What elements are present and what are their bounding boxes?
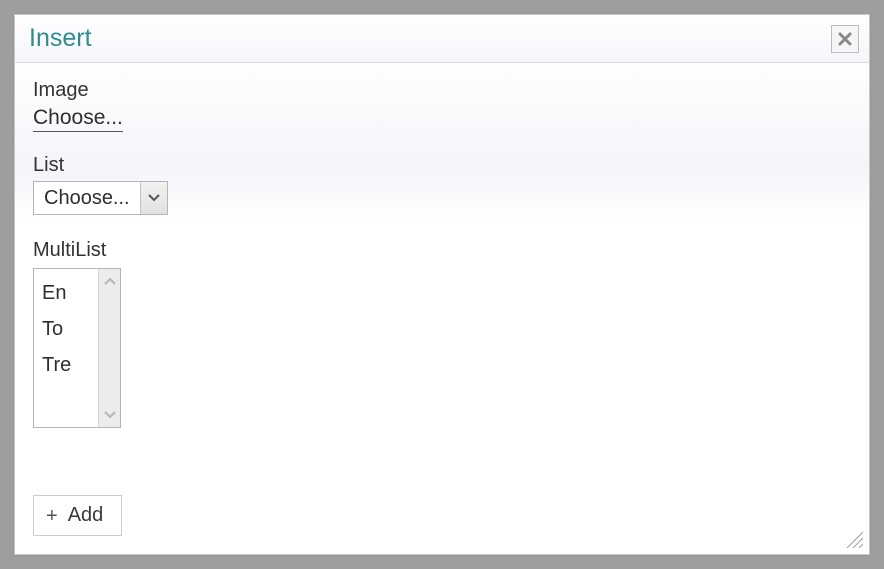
plus-icon: + [46,506,58,526]
multilist-scrollbar[interactable] [98,269,120,427]
chevron-up-icon [104,277,116,285]
list-dropdown-value: Choose... [34,182,140,214]
list-item[interactable]: En [42,275,90,311]
close-icon [837,31,853,47]
chevron-down-icon [148,194,160,202]
image-label: Image [33,79,851,102]
dialog-content: Image Choose... List Choose... MultiList… [15,63,869,554]
image-choose-link[interactable]: Choose... [33,106,123,132]
resize-handle[interactable] [843,528,863,548]
insert-dialog: Insert Image Choose... List Choose... Mu… [14,14,870,555]
close-button[interactable] [831,25,859,53]
multilist-items: En To Tre [34,269,98,427]
dialog-titlebar: Insert [15,15,869,63]
list-dropdown[interactable]: Choose... [33,181,168,215]
add-button-label: Add [68,504,104,527]
list-label: List [33,154,851,177]
add-button[interactable]: + Add [33,495,122,536]
multilist-label: MultiList [33,239,851,262]
list-item[interactable]: Tre [42,347,90,383]
list-item[interactable]: To [42,311,90,347]
chevron-down-icon [104,411,116,419]
dropdown-arrow [140,182,167,214]
dialog-title: Insert [29,24,92,53]
multilist-box[interactable]: En To Tre [33,268,121,428]
resize-grip-icon [843,528,863,548]
